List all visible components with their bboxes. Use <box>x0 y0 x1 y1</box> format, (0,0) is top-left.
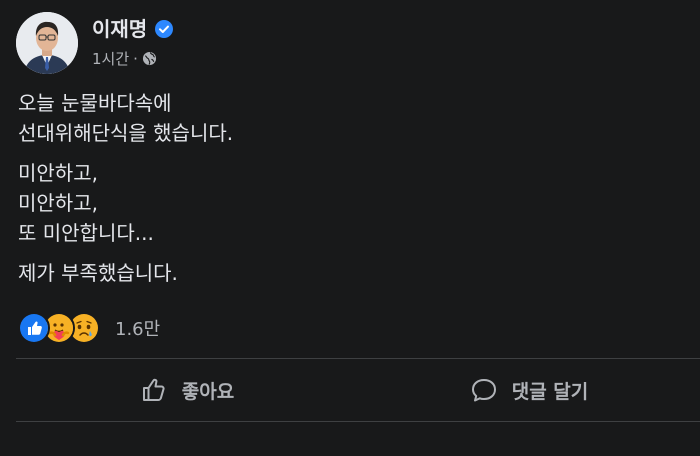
thumbs-up-icon <box>142 378 165 401</box>
post-line: 미안하고, <box>18 191 98 215</box>
post-actions: 좋아요 댓글 달기 <box>16 360 700 420</box>
post-line: 또 미안합니다... <box>18 221 154 245</box>
reactions-summary[interactable]: 1.6만 <box>18 312 160 344</box>
divider <box>16 421 700 422</box>
post-paragraph-2: 미안하고, 미안하고, 또 미안합니다... <box>18 158 678 248</box>
divider <box>16 358 700 359</box>
post-paragraph-3: 제가 부족했습니다. <box>18 258 678 288</box>
author-name[interactable]: 이재명 <box>92 13 147 42</box>
post-line: 오늘 눈물바다속에 <box>18 91 172 115</box>
post-paragraph-1: 오늘 눈물바다속에 선대위해단식을 했습니다. <box>18 88 678 148</box>
avatar-portrait <box>16 12 78 74</box>
post-body: 오늘 눈물바다속에 선대위해단식을 했습니다. 미안하고, 미안하고, 또 미안… <box>18 88 678 298</box>
post-timestamp[interactable]: 1시간 <box>92 48 129 69</box>
like-button-label: 좋아요 <box>181 380 235 403</box>
meta-separator: · <box>133 49 138 68</box>
facebook-post: 이재명 1시간 · 오늘 눈물바다속에 선대위해단식을 했습니다. 미안하고, … <box>0 0 700 456</box>
avatar[interactable] <box>16 12 78 74</box>
comment-bubble-icon <box>471 379 496 402</box>
post-meta: 1시간 · <box>92 48 157 69</box>
post-line: 제가 부족했습니다. <box>18 261 178 285</box>
globe-icon[interactable] <box>142 51 157 66</box>
reaction-icons <box>18 312 100 344</box>
reaction-count[interactable]: 1.6만 <box>115 315 160 341</box>
post-line: 미안하고, <box>18 161 98 185</box>
author-header: 이재명 <box>92 13 174 42</box>
post-line: 선대위해단식을 했습니다. <box>18 121 234 145</box>
comment-button[interactable]: 댓글 달기 <box>358 360 700 420</box>
like-button[interactable]: 좋아요 <box>16 360 358 420</box>
comment-button-label: 댓글 달기 <box>511 380 589 403</box>
like-icon <box>18 312 50 344</box>
verified-badge-icon <box>155 19 174 38</box>
